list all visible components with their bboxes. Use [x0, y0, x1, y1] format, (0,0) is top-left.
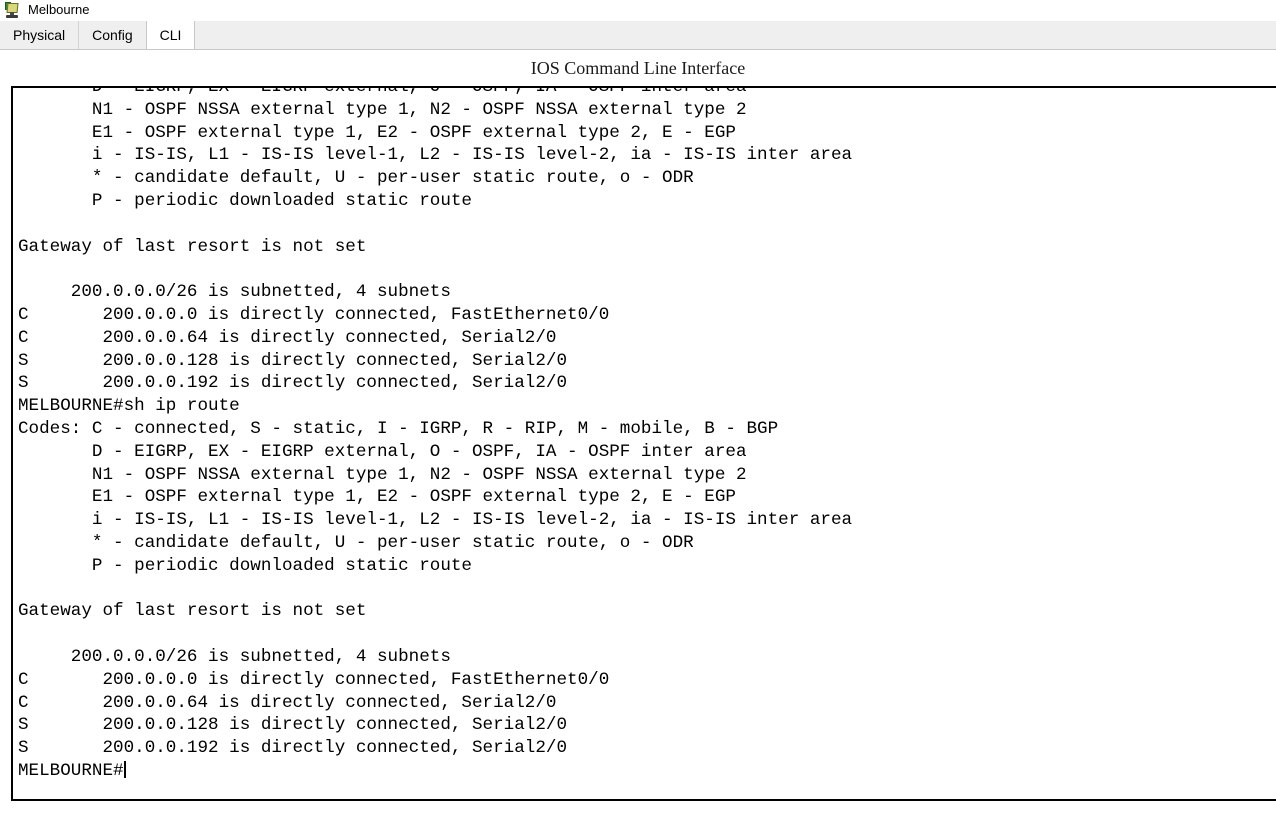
tab-physical[interactable]: Physical	[0, 21, 79, 49]
terminal-output-area[interactable]: D - EIGRP, EX - EIGRP external, O - OSPF…	[11, 86, 1276, 801]
window-title-bar: Melbourne	[0, 0, 1276, 20]
terminal-text-content: D - EIGRP, EX - EIGRP external, O - OSPF…	[18, 86, 852, 781]
tab-bar: Physical Config CLI	[0, 21, 1276, 50]
window-title: Melbourne	[28, 0, 89, 20]
router-device-icon	[4, 2, 20, 18]
tab-config[interactable]: Config	[79, 21, 146, 49]
terminal-text: D - EIGRP, EX - EIGRP external, O - OSPF…	[18, 86, 852, 783]
cli-header-title: IOS Command Line Interface	[0, 50, 1276, 86]
cli-panel: IOS Command Line Interface D - EIGRP, EX…	[0, 50, 1276, 822]
tab-cli[interactable]: CLI	[146, 21, 196, 49]
terminal-cursor	[124, 761, 126, 778]
